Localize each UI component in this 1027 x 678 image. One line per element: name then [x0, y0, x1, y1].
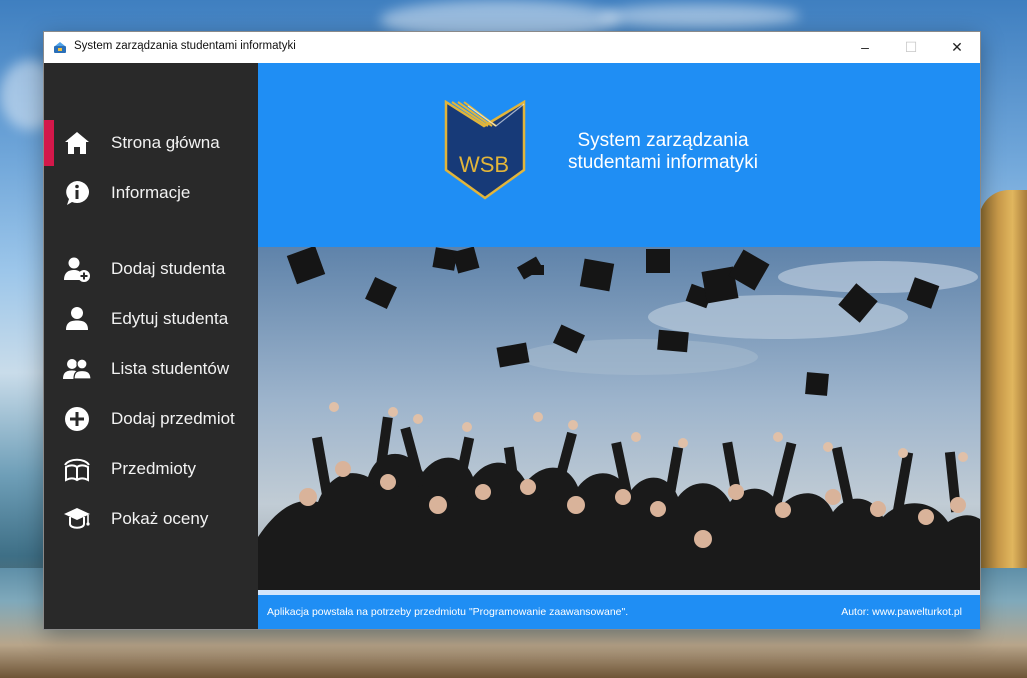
app-name: System zarządzania studentami informatyk…	[538, 130, 788, 174]
plus-circle-icon	[65, 407, 89, 431]
app-name-line2: studentami informatyki	[567, 152, 759, 173]
title-bar[interactable]: System zarządzania studentami informatyk…	[44, 32, 980, 62]
sidebar-item-label: Dodaj studenta	[111, 259, 226, 278]
svg-text:WSB: WSB	[459, 152, 509, 177]
wsb-logo: WSB	[444, 100, 526, 200]
sidebar-item-label: Dodaj przedmiot	[111, 409, 235, 428]
sidebar-item-label: Strona główna	[111, 133, 220, 152]
close-button[interactable]: ✕	[934, 32, 980, 62]
sidebar-item-label: Lista studentów	[111, 359, 230, 378]
sidebar: Strona główna Informacje Dodaj studenta	[44, 63, 258, 629]
sidebar-item-grades[interactable]: Pokaż oceny	[44, 496, 258, 542]
home-icon	[65, 132, 89, 154]
sidebar-item-label: Edytuj studenta	[111, 309, 229, 328]
sidebar-item-info[interactable]: Informacje	[44, 170, 258, 216]
app-window: System zarządzania studentami informatyk…	[44, 32, 980, 629]
active-indicator	[44, 120, 54, 166]
footer: Aplikacja powstała na potrzeby przedmiot…	[258, 595, 980, 629]
maximize-button[interactable]: ☐	[888, 32, 934, 62]
users-icon	[63, 358, 91, 380]
info-bubble-icon	[66, 181, 89, 205]
footer-note: Aplikacja powstała na potrzeby przedmiot…	[267, 606, 629, 618]
user-icon	[66, 307, 88, 330]
main-content: WSB System zarządzania studentami inform…	[258, 63, 980, 629]
window-title: System zarządzania studentami informatyk…	[74, 40, 296, 52]
author-link[interactable]: Autor: www.pawelturkot.pl	[841, 606, 962, 618]
sidebar-item-edit-student[interactable]: Edytuj studenta	[44, 296, 258, 342]
add-user-icon	[64, 257, 90, 282]
graduation-photo	[258, 247, 980, 590]
book-icon	[64, 458, 90, 482]
app-name-line1: System zarządzania	[577, 130, 749, 151]
minimize-button[interactable]: –	[842, 32, 888, 62]
app-icon	[54, 42, 66, 53]
header-banner: WSB System zarządzania studentami inform…	[258, 63, 980, 247]
sidebar-item-add-subject[interactable]: Dodaj przedmiot	[44, 396, 258, 442]
graduates-illustration	[258, 247, 980, 590]
graduation-cap-icon	[64, 508, 90, 529]
sidebar-item-label: Przedmioty	[111, 459, 197, 478]
sidebar-item-subjects[interactable]: Przedmioty	[44, 446, 258, 492]
sidebar-item-label: Pokaż oceny	[111, 509, 209, 528]
sidebar-item-add-student[interactable]: Dodaj studenta	[44, 246, 258, 292]
sidebar-item-label: Informacje	[111, 183, 191, 202]
sidebar-item-student-list[interactable]: Lista studentów	[44, 346, 258, 392]
sidebar-item-home[interactable]: Strona główna	[44, 120, 258, 166]
